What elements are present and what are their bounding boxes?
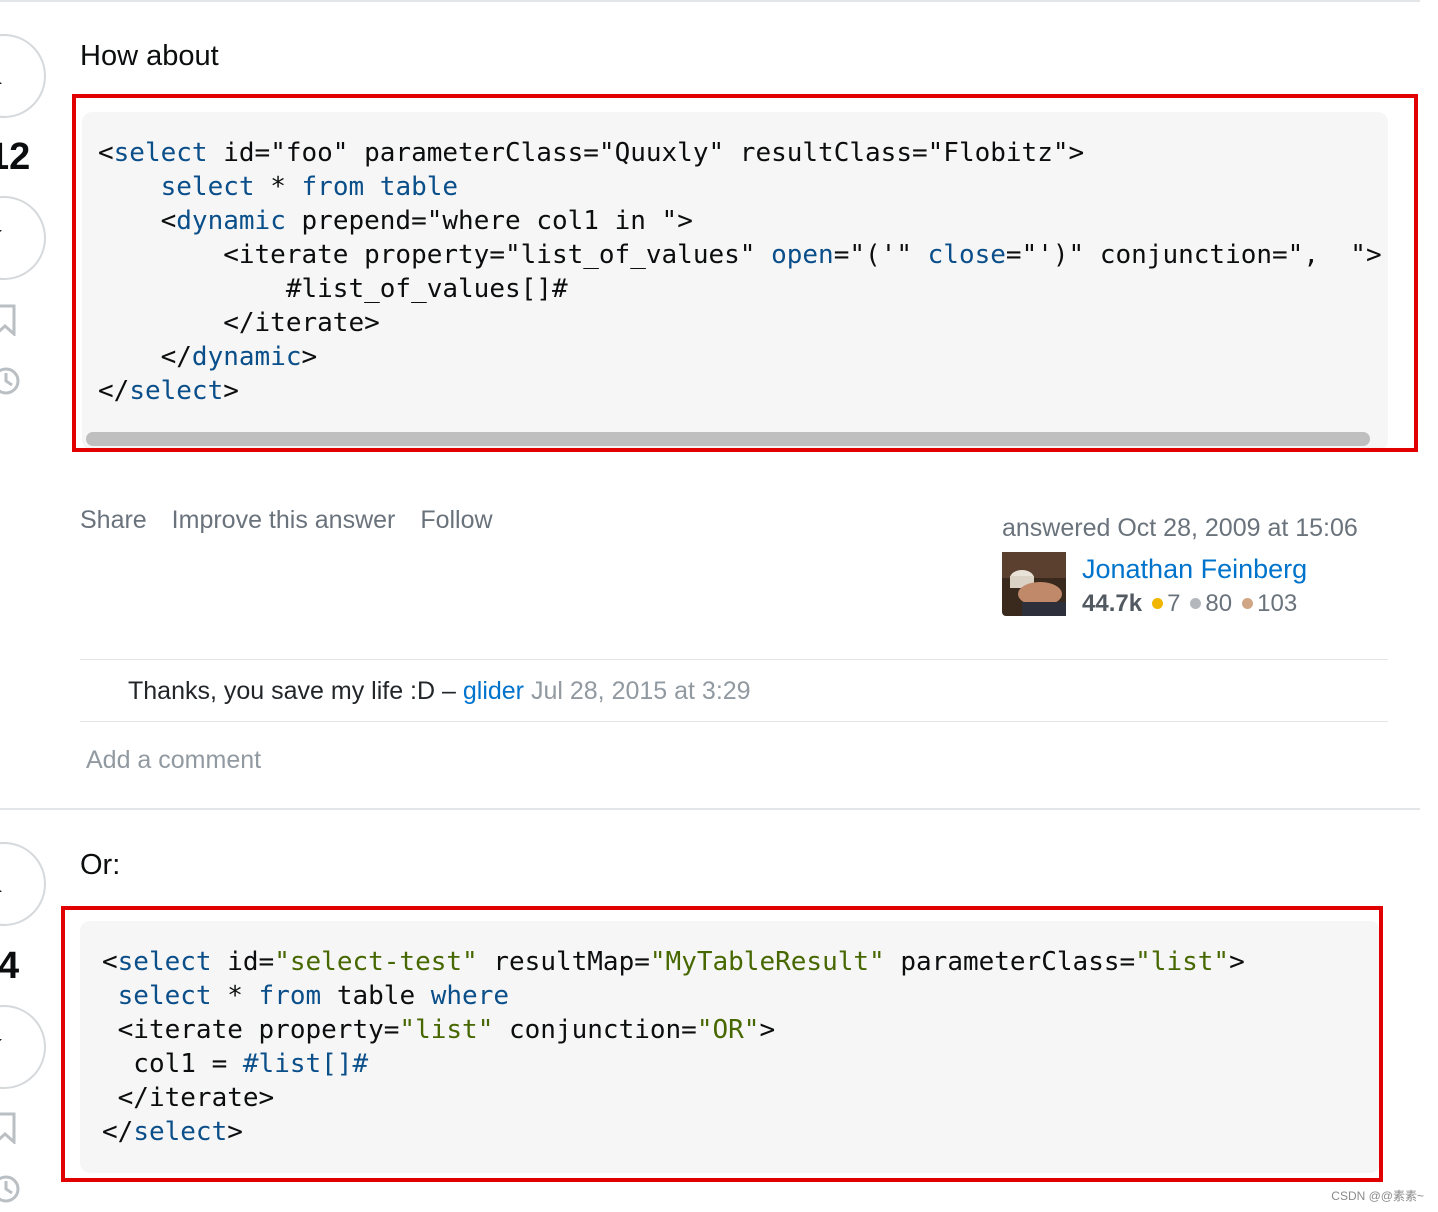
bookmark-icon[interactable] (0, 304, 20, 336)
share-link[interactable]: Share (80, 506, 147, 534)
answer-intro: How about (80, 40, 219, 72)
watermark: CSDN @@素素~ (1331, 1189, 1424, 1203)
upvote-button[interactable] (0, 842, 46, 926)
improve-answer-link[interactable]: Improve this answer (172, 506, 396, 534)
bronze-badges: 103 (1257, 590, 1298, 617)
comment-user-link[interactable]: glider (463, 677, 524, 705)
answer-divider (0, 808, 1420, 810)
history-icon[interactable] (0, 364, 24, 398)
silver-badges: 80 (1205, 590, 1233, 617)
post-menu: Share Improve this answer Follow (80, 506, 511, 535)
highlight-box (61, 906, 1383, 1182)
comments-divider (80, 659, 1388, 660)
avatar[interactable] (1002, 552, 1066, 616)
gold-badges: 7 (1167, 590, 1181, 617)
reputation-score: 44.7k (1082, 590, 1143, 617)
vote-score: 12 (0, 136, 31, 178)
user-reputation: 44.7k 7 80 103 (1082, 590, 1297, 618)
upvote-button[interactable] (0, 34, 46, 118)
highlight-box (72, 94, 1418, 452)
downvote-button[interactable] (0, 1005, 46, 1089)
vote-down-icon (0, 1039, 2, 1042)
comment: Thanks, you save my life :D – glider Jul… (128, 677, 751, 706)
vote-up-icon (0, 81, 2, 84)
vote-up-icon (0, 889, 2, 892)
comment-date[interactable]: Jul 28, 2015 at 3:29 (531, 677, 751, 705)
vote-down-icon (0, 230, 2, 233)
vote-score: 4 (0, 945, 20, 987)
downvote-button[interactable] (0, 196, 46, 280)
answer-intro: Or: (80, 849, 121, 881)
comment-divider (80, 721, 1388, 722)
comment-text: Thanks, you save my life :D – (128, 677, 463, 705)
user-name-link[interactable]: Jonathan Feinberg (1082, 554, 1307, 585)
add-comment-link[interactable]: Add a comment (86, 746, 261, 775)
history-icon[interactable] (0, 1172, 24, 1206)
follow-link[interactable]: Follow (420, 506, 492, 534)
bookmark-icon[interactable] (0, 1112, 20, 1144)
top-divider (0, 0, 1420, 2)
answered-timestamp: answered Oct 28, 2009 at 15:06 (1002, 514, 1358, 542)
